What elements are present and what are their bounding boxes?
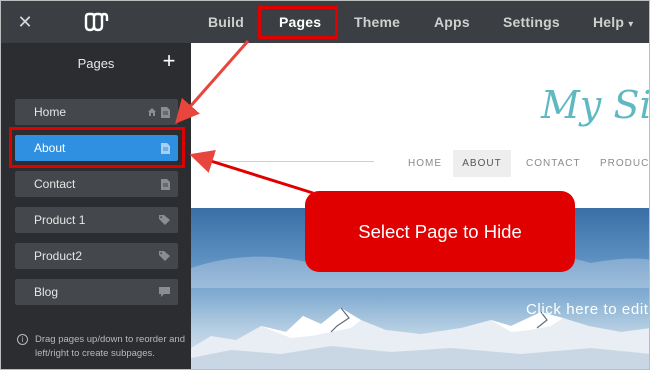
tag-icon — [159, 215, 170, 225]
page-item-home[interactable]: Home — [15, 99, 178, 125]
hero-edit-prompt[interactable]: Click here to edit — [526, 301, 649, 318]
page-item-label: Blog — [34, 285, 59, 299]
page-item-contact[interactable]: Contact — [15, 171, 178, 197]
site-nav-home[interactable]: HOME — [408, 150, 442, 177]
site-nav-products[interactable]: PRODUCTS — [600, 150, 649, 177]
top-navigation-bar: ✕ Build Pages Theme Apps Settings Help ▾ — [1, 1, 649, 43]
site-nav-about[interactable]: ABOUT — [453, 150, 511, 177]
header-divider — [199, 161, 374, 162]
site-nav-contact[interactable]: CONTACT — [526, 150, 581, 177]
sidebar-header: Pages + — [1, 43, 191, 83]
reorder-hint: i Drag pages up/down to reorder and left… — [17, 333, 187, 361]
about-highlight-box — [9, 127, 185, 168]
page-item-label: Contact — [34, 177, 76, 191]
nav-theme[interactable]: Theme — [354, 1, 400, 43]
comment-icon — [159, 287, 170, 297]
weebly-logo-icon[interactable] — [83, 11, 109, 33]
home-icon — [148, 108, 156, 116]
pages-highlight-box — [258, 6, 338, 39]
pages-sidebar: Pages + Home About Contact Product 1 Pro… — [1, 43, 191, 369]
page-item-product-1[interactable]: Product 1 — [15, 207, 178, 233]
site-title[interactable]: My Site — [541, 83, 649, 127]
reorder-hint-text: Drag pages up/down to reorder and left/r… — [35, 334, 185, 359]
page-item-label: Product 1 — [34, 213, 86, 227]
nav-settings[interactable]: Settings — [503, 1, 560, 43]
page-item-label: Product2 — [34, 249, 83, 263]
add-page-button[interactable]: + — [159, 50, 179, 72]
chevron-down-icon: ▾ — [628, 19, 634, 30]
nav-apps[interactable]: Apps — [434, 1, 470, 43]
tag-icon — [159, 251, 170, 261]
editor-window: ✕ Build Pages Theme Apps Settings Help ▾… — [0, 0, 650, 370]
page-item-product2[interactable]: Product2 — [15, 243, 178, 269]
nav-help[interactable]: Help ▾ — [593, 1, 633, 43]
page-item-blog[interactable]: Blog — [15, 279, 178, 305]
nav-build[interactable]: Build — [208, 1, 244, 43]
close-icon[interactable]: ✕ — [15, 12, 35, 32]
page-item-label: Home — [34, 105, 67, 119]
instruction-callout: Select Page to Hide — [305, 191, 575, 272]
page-icon — [161, 178, 170, 190]
page-icon — [161, 106, 170, 118]
nav-help-label: Help — [593, 14, 625, 30]
info-icon: i — [17, 334, 28, 345]
